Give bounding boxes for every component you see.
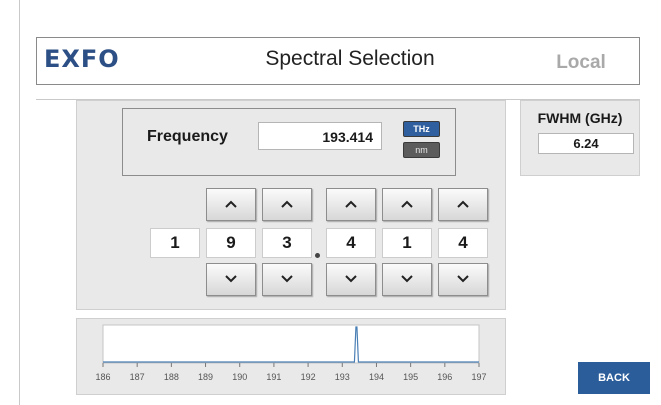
axis-tick-label: 187: [130, 372, 145, 382]
axis-tick-label: 189: [198, 372, 213, 382]
axis-tick-label: 196: [437, 372, 452, 382]
axis-tick-label: 194: [369, 372, 384, 382]
axis-tick-label: 188: [164, 372, 179, 382]
axis-tick-label: 192: [301, 372, 316, 382]
spectrum-chart: 186 187 188 189 190 191 192 193 194 195 196 197: [95, 324, 487, 382]
axis-tick-label: 193: [335, 372, 350, 382]
axis-tick-label: 190: [232, 372, 247, 382]
axis-tick-label: 186: [95, 372, 110, 382]
axis-tick-label: 191: [266, 372, 281, 382]
spectrum-plot-area: [102, 324, 480, 364]
back-button[interactable]: BACK: [578, 362, 650, 394]
axis-tick-label: 197: [471, 372, 486, 382]
axis-tick-label: 195: [403, 372, 418, 382]
